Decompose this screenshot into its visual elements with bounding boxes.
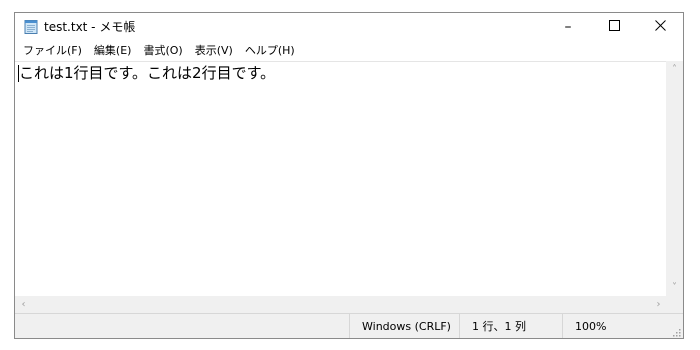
editor-content[interactable]: これは1行目です。これは2行目です。 — [19, 64, 275, 82]
status-cursor-position: 1 行、1 列 — [459, 314, 526, 338]
notepad-window: test.txt - メモ帳 – ファイル(F) 編集(E) 書式(O) 表示(… — [14, 12, 684, 339]
notepad-icon — [24, 20, 38, 34]
scroll-up-icon[interactable]: ˄ — [666, 61, 683, 78]
menu-view[interactable]: 表示(V) — [189, 42, 239, 60]
text-editor[interactable]: これは1行目です。これは2行目です。 — [15, 61, 667, 297]
vertical-scrollbar[interactable]: ˄ ˅ — [666, 61, 683, 296]
window-controls: – — [545, 13, 683, 41]
menu-edit[interactable]: 編集(E) — [88, 42, 138, 60]
horizontal-scrollbar[interactable]: ‹ › — [15, 296, 667, 313]
status-line-ending: Windows (CRLF) — [349, 314, 451, 338]
scroll-left-icon[interactable]: ‹ — [15, 296, 32, 313]
maximize-button[interactable] — [591, 13, 637, 41]
title-bar[interactable]: test.txt - メモ帳 – — [15, 13, 683, 41]
menu-bar: ファイル(F) 編集(E) 書式(O) 表示(V) ヘルプ(H) — [15, 42, 683, 60]
menu-format[interactable]: 書式(O) — [137, 42, 188, 60]
scroll-down-icon[interactable]: ˅ — [666, 279, 683, 296]
status-zoom: 100% — [562, 314, 606, 338]
resize-grip-icon[interactable] — [671, 327, 681, 337]
maximize-icon — [608, 19, 620, 35]
close-icon — [654, 19, 666, 35]
close-button[interactable] — [637, 13, 683, 41]
minimize-icon: – — [564, 19, 572, 35]
status-bar: Windows (CRLF) 1 行、1 列 100% — [15, 313, 683, 338]
scrollbar-corner — [666, 296, 683, 313]
menu-help[interactable]: ヘルプ(H) — [239, 42, 301, 60]
window-title: test.txt - メモ帳 — [44, 20, 136, 34]
minimize-button[interactable]: – — [545, 13, 591, 41]
menu-file[interactable]: ファイル(F) — [15, 42, 88, 60]
scroll-right-icon[interactable]: › — [650, 296, 667, 313]
